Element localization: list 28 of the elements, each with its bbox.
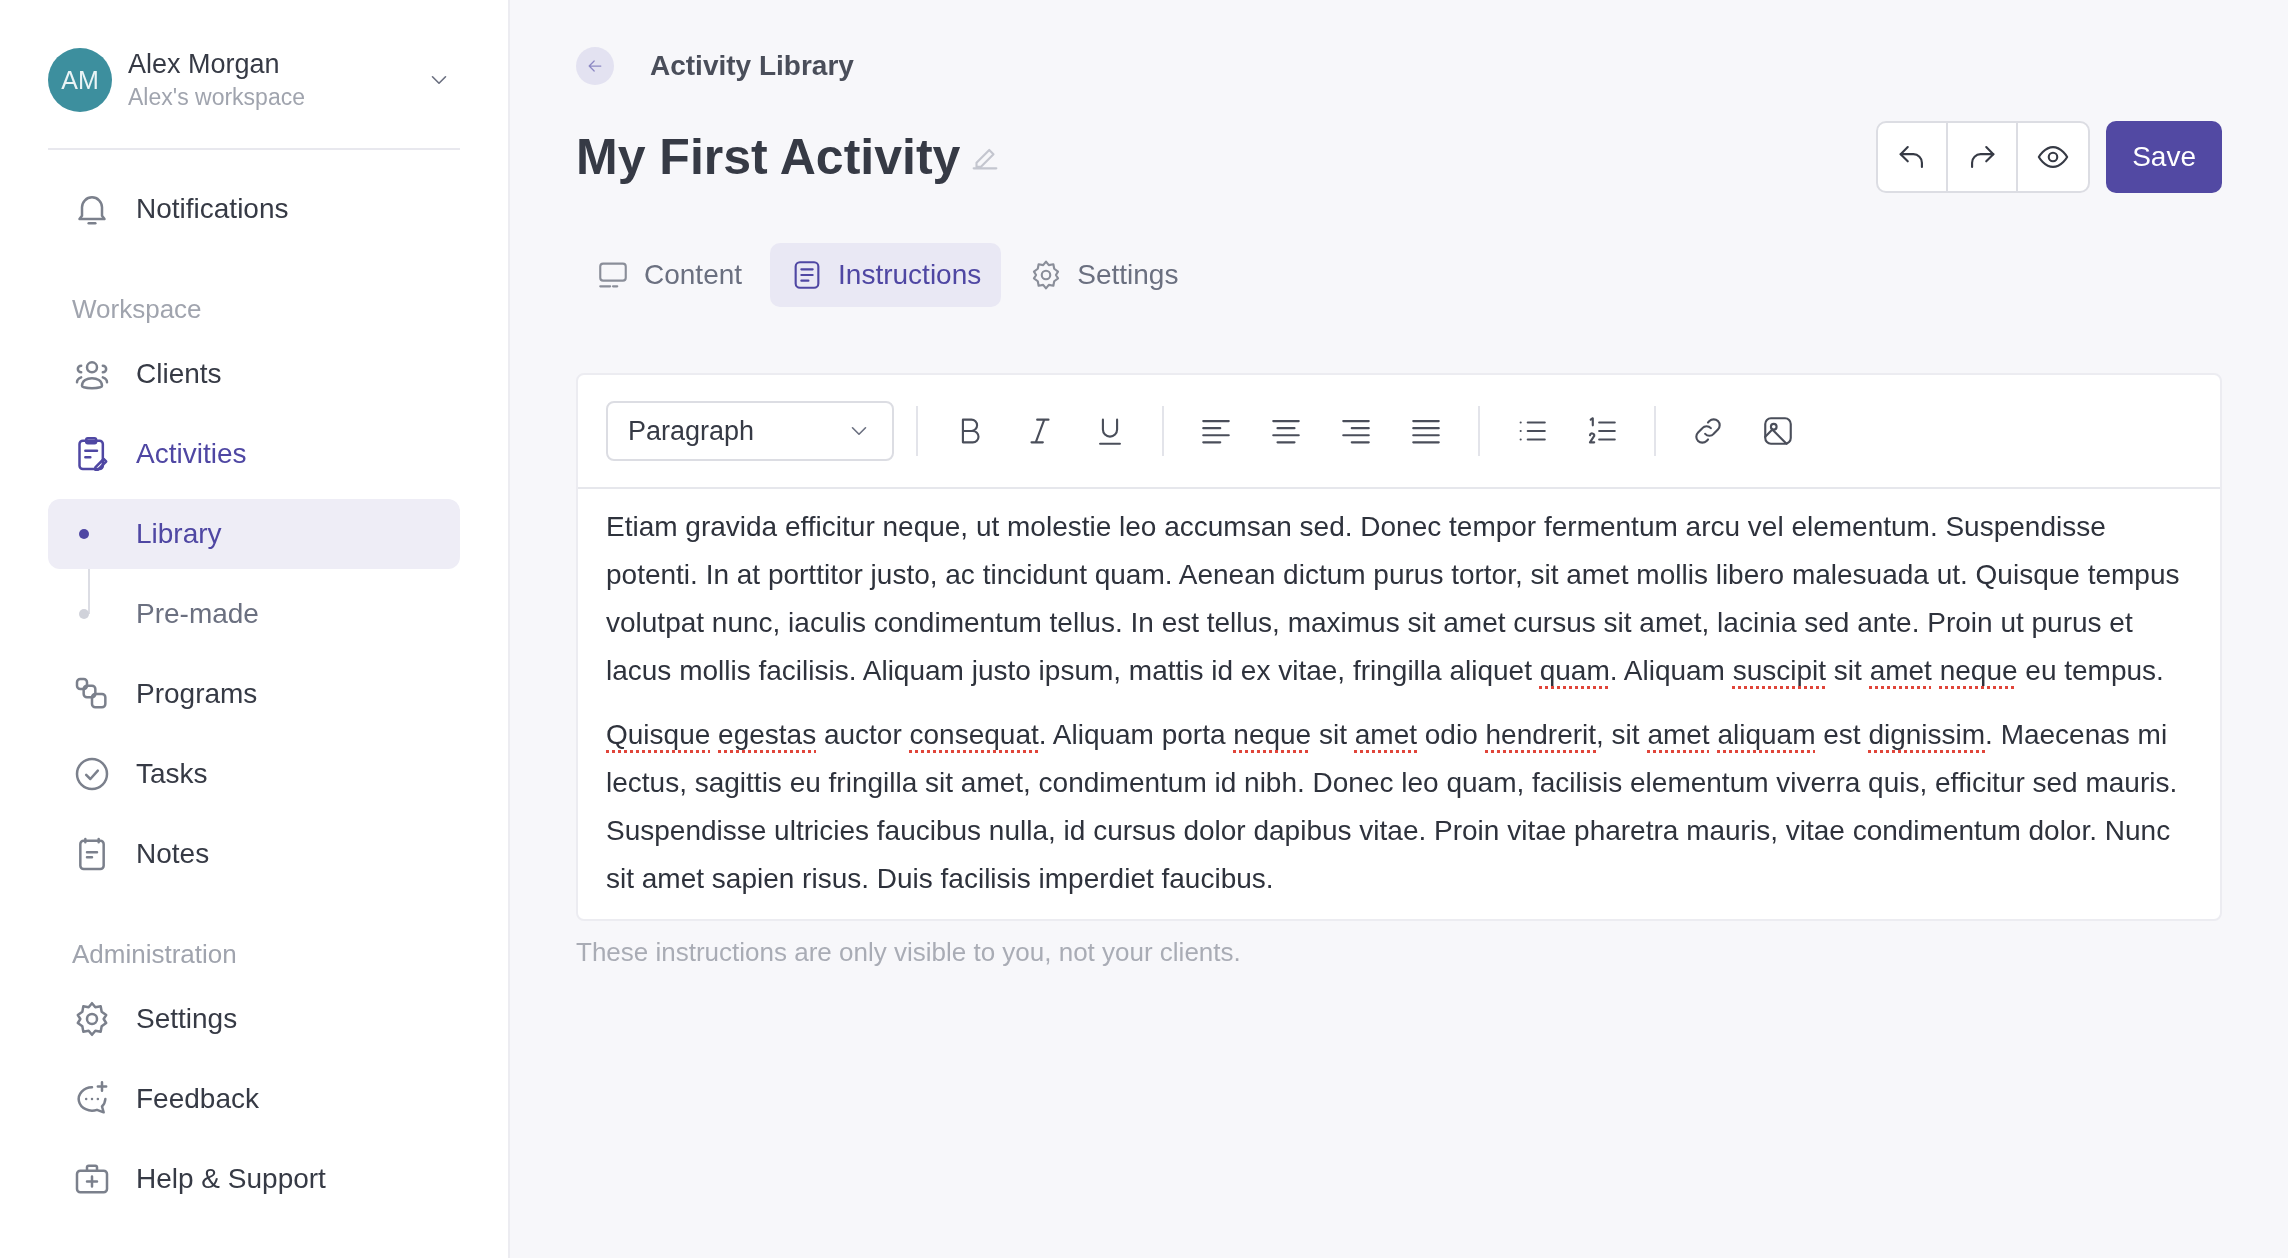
user-name: Alex Morgan xyxy=(128,49,281,80)
sidebar-item[interactable]: Notes xyxy=(48,819,460,889)
paragraph: Etiam gravida efficitur neque, ut molestie leo accumsan sed. Donec tempor fermentum arcu vel elementum. Suspendisse potenti. In at porttitor justo, ac tincidunt quam. Aenean dictum purus tortor, sit amet mollis libero malesuada ut. Quisque tempus volutpat nunc, iaculis condimentum tellus. In est tellus, maximus sit amet cursus sit amet, lacinia sed ante. Proin ut purus et lacus mollis facilisis. Aliquam justo ipsum, mattis id ex vitae, fringilla aliquet quam. Aliquam suscipit sit amet neque eu tempus. xyxy=(606,510,2181,688)
breadcrumb-link[interactable]: Activity Library xyxy=(650,50,854,82)
sidebar-item[interactable]: Feedback xyxy=(48,1064,460,1134)
workspace-name: Alex's workspace xyxy=(128,84,306,111)
save-button[interactable]: Save xyxy=(2106,121,2222,193)
sidebar-item[interactable]: Help & Support xyxy=(48,1144,460,1214)
sidebar-subitem[interactable]: Library xyxy=(48,499,460,569)
sidebar-item[interactable]: Notifications xyxy=(48,174,460,244)
sidebar-item[interactable]: Settings xyxy=(48,984,460,1054)
bullet-dot xyxy=(79,529,89,539)
tab[interactable]: Content xyxy=(576,243,763,307)
avatar: AM xyxy=(48,48,112,112)
page-title: My First Activity xyxy=(576,128,961,186)
section-heading: Administration xyxy=(71,939,238,970)
insert-image-icon xyxy=(1761,414,1795,448)
sidebar-item[interactable]: Programs xyxy=(48,659,460,729)
sidebar-item[interactable]: Tasks xyxy=(48,739,460,809)
block-type-dropdown[interactable]: Paragraph xyxy=(606,401,894,461)
helper-text: These instructions are only visible to you, not your clients. xyxy=(576,937,1242,968)
sidebar-item[interactable]: Activities xyxy=(48,419,460,489)
section-heading: Workspace xyxy=(71,294,203,325)
tab[interactable]: Instructions xyxy=(770,243,1002,307)
sidebar-item[interactable]: Clients xyxy=(48,339,460,409)
sidebar-subitem[interactable]: Pre-made xyxy=(48,579,460,649)
tab[interactable]: Settings xyxy=(1009,243,1199,307)
paragraph: Quisque egestas auctor consequat. Aliquam porta neque sit amet odio hendrerit, sit amet aliquam est dignissim. Maecenas mi lectus, sagittis eu fringilla sit amet, condimentum id nibh. Donec leo quam, facilisis elementum viverra quis, efficitur sed mauris. Suspendisse ultricies faucibus nulla, id cursus dolor dapibus vitae. Proin vitae pharetra mauris, vitae condimentum dolor. Nunc sit amet sapien risus. Duis facilisis imperdiet faucibus. xyxy=(606,718,2179,896)
